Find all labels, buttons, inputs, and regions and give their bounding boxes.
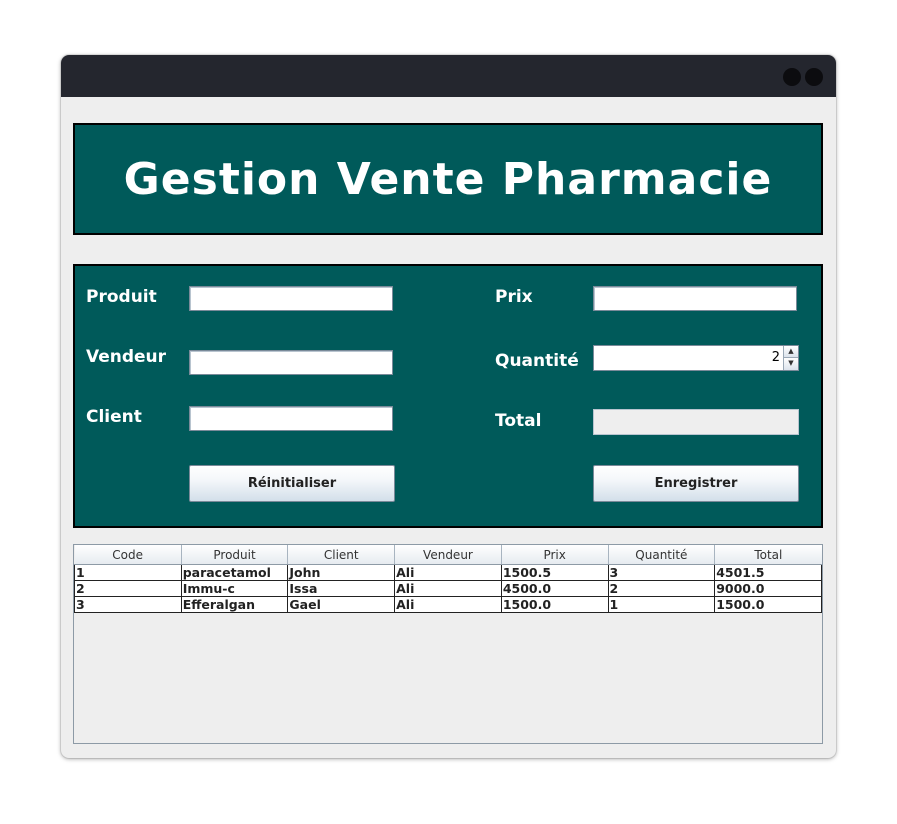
table-cell[interactable]: 9000.0 (714, 580, 822, 597)
table-cell[interactable]: John (287, 564, 396, 581)
prix-input[interactable] (593, 286, 797, 311)
table-row[interactable]: 3 Efferalgan Gael Ali 1500.0 1 1500.0 (74, 596, 822, 613)
table-cell[interactable]: Efferalgan (180, 596, 289, 613)
reset-button[interactable]: Réinitialiser (189, 465, 395, 502)
prix-label: Prix (495, 287, 533, 307)
produit-input[interactable] (189, 286, 393, 311)
header-panel: Gestion Vente Pharmacie (73, 123, 823, 235)
table-header-row: Code Produit Client Vendeur Prix Quantit… (74, 545, 822, 565)
vendeur-input[interactable] (189, 350, 393, 375)
table-cell[interactable]: 1 (607, 596, 716, 613)
table-cell[interactable]: paracetamol (180, 564, 289, 581)
column-header-client[interactable]: Client (287, 545, 396, 565)
column-header-quantite[interactable]: Quantité (608, 545, 716, 565)
quantite-spinner[interactable]: 2 ▲ ▼ (593, 345, 799, 371)
table-cell[interactable]: Immu-c (180, 580, 289, 597)
spinner-up-icon[interactable]: ▲ (783, 346, 798, 358)
save-button[interactable]: Enregistrer (593, 465, 799, 502)
table-cell[interactable]: Ali (394, 596, 502, 613)
table-cell[interactable]: 1500.0 (500, 596, 609, 613)
page-title: Gestion Vente Pharmacie (123, 153, 773, 205)
table-row[interactable]: 1 paracetamol John Ali 1500.5 3 4501.5 (74, 564, 822, 581)
sales-table[interactable]: Code Produit Client Vendeur Prix Quantit… (74, 545, 822, 613)
column-header-total[interactable]: Total (714, 545, 822, 565)
total-field (593, 409, 799, 435)
table-cell[interactable]: Issa (287, 580, 396, 597)
table-cell[interactable]: 2 (74, 580, 182, 597)
table-cell[interactable]: Ali (394, 580, 502, 597)
produit-label: Produit (86, 287, 157, 307)
table-cell[interactable]: 3 (607, 564, 716, 581)
table-cell[interactable]: Gael (287, 596, 396, 613)
table-cell[interactable]: 1500.0 (714, 596, 822, 613)
minimize-button[interactable] (783, 68, 801, 86)
window-titlebar[interactable] (61, 55, 836, 97)
table-cell[interactable]: 4501.5 (714, 564, 822, 581)
sales-table-area[interactable]: Code Produit Client Vendeur Prix Quantit… (73, 544, 823, 744)
spinner-down-icon[interactable]: ▼ (783, 358, 798, 370)
table-row[interactable]: 2 Immu-c Issa Ali 4500.0 2 9000.0 (74, 580, 822, 597)
quantite-value[interactable]: 2 (772, 350, 780, 365)
table-cell[interactable]: 2 (607, 580, 716, 597)
vendeur-label: Vendeur (86, 347, 167, 367)
quantite-label: Quantité (495, 351, 579, 371)
table-cell[interactable]: 1 (74, 564, 182, 581)
client-input[interactable] (189, 406, 393, 431)
total-label: Total (495, 411, 542, 431)
table-cell[interactable]: 1500.5 (500, 564, 609, 581)
column-header-produit[interactable]: Produit (181, 545, 289, 565)
client-label: Client (86, 407, 142, 427)
column-header-vendeur[interactable]: Vendeur (394, 545, 502, 565)
table-cell[interactable]: 3 (74, 596, 182, 613)
table-cell[interactable]: Ali (394, 564, 502, 581)
column-header-code[interactable]: Code (74, 545, 182, 565)
table-cell[interactable]: 4500.0 (500, 580, 609, 597)
column-header-prix[interactable]: Prix (501, 545, 609, 565)
app-window: Gestion Vente Pharmacie Produit Vendeur … (61, 55, 836, 758)
sale-form-panel: Produit Vendeur Client Prix Quantité 2 ▲… (73, 264, 823, 528)
close-button[interactable] (805, 68, 823, 86)
